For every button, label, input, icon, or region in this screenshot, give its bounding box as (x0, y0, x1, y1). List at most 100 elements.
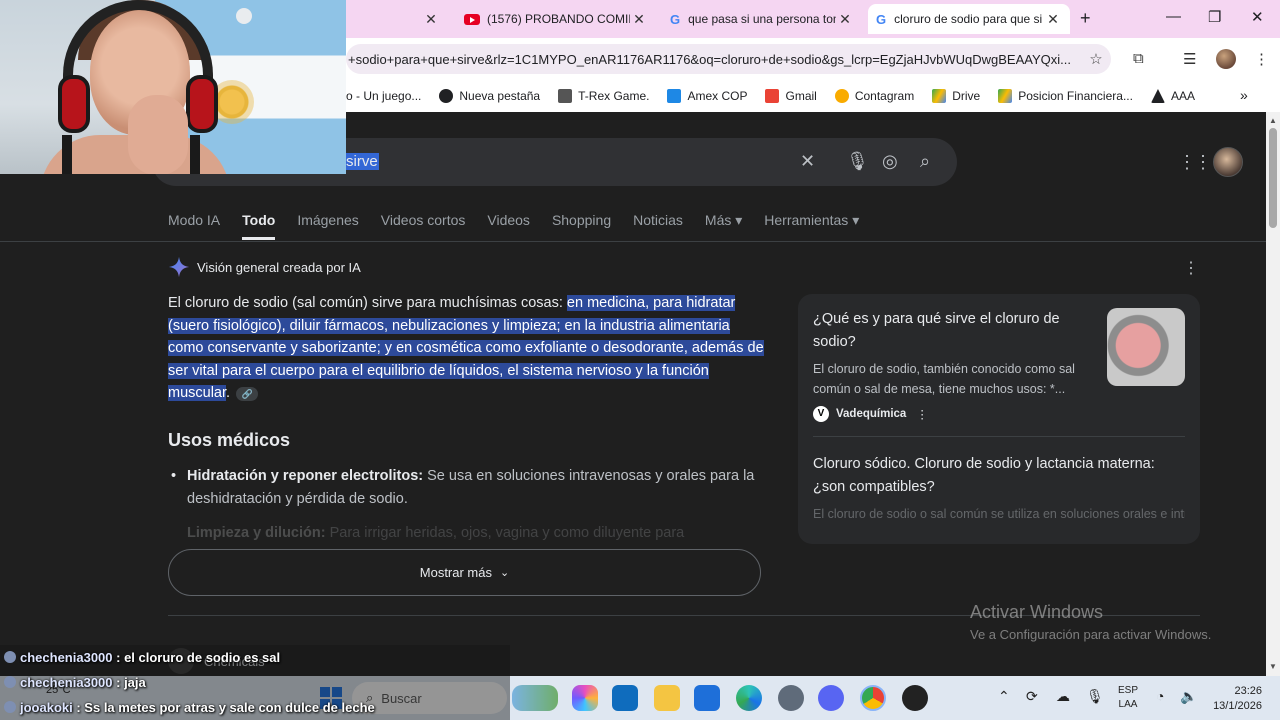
system-clock[interactable]: 23:26 13/1/2026 (1204, 684, 1262, 714)
discord-icon[interactable] (818, 685, 844, 711)
tab-noticias[interactable]: Noticias (633, 212, 683, 240)
tank-top-strap (190, 135, 200, 174)
bookmark-item[interactable]: o - Un juego... (346, 89, 421, 103)
source-title[interactable]: Cloruro sódico. Cloruro de sodio y lacta… (813, 453, 1185, 498)
chat-text: : el cloruro de sodio es sal (112, 650, 281, 665)
chevron-up-icon[interactable]: ⌃ (998, 688, 1010, 705)
bookmark-item[interactable]: Nueva pestaña (439, 89, 540, 103)
close-window-button[interactable]: ✕ (1251, 8, 1264, 26)
chat-badge-icon (4, 701, 16, 713)
close-tab-icon[interactable]: ✕ (422, 11, 440, 28)
bookmark-item[interactable]: Posicion Financiera... (998, 89, 1133, 103)
source-title[interactable]: ¿Qué es y para qué sirve el cloruro de s… (813, 308, 1093, 353)
browser-menu-icon[interactable]: ⋮ (1254, 50, 1269, 68)
microphone-icon[interactable]: 🎙 (846, 151, 869, 172)
chat-username: jooakoki (20, 700, 73, 715)
microphone-icon[interactable]: 🎙 (1086, 688, 1104, 705)
scroll-up-icon[interactable]: ▲ (1269, 116, 1277, 125)
close-tab-icon[interactable]: ✕ (836, 11, 854, 28)
obs-icon[interactable] (902, 685, 928, 711)
bookmark-item[interactable]: Drive (932, 89, 980, 103)
tab-title: cloruro de sodio para que si (894, 12, 1043, 26)
sync-icon[interactable]: ⟳ (1026, 688, 1038, 705)
speaker-icon[interactable]: 🔈 (1180, 688, 1197, 705)
search-query-text[interactable]: sirve (345, 153, 379, 170)
source-snippet: El cloruro de sodio, también conocido co… (813, 362, 1075, 396)
bookmark-label: Contagram (854, 89, 915, 103)
maximize-button[interactable]: ❐ (1208, 8, 1221, 26)
bookmark-item[interactable]: T-Rex Game. (558, 89, 649, 103)
close-tab-icon[interactable]: ✕ (630, 11, 648, 28)
address-bar[interactable]: +sodio+para+que+sirve&rlz=1C1MYPO_enAR11… (346, 44, 1111, 74)
drive-icon (932, 89, 947, 103)
tab-videos-cortos[interactable]: Videos cortos (381, 212, 466, 240)
extensions-icon[interactable]: ⧉ (1133, 50, 1144, 67)
list-item-bold: Limpieza y dilución: (187, 525, 326, 541)
outlook-icon[interactable] (612, 685, 638, 711)
show-more-label: Mostrar más (419, 565, 492, 580)
search-icon[interactable]: ⌕ (920, 151, 930, 172)
page-scrollbar[interactable]: ▲ ▼ (1266, 112, 1280, 676)
language-indicator[interactable]: ESP LAA (1118, 684, 1138, 712)
account-avatar[interactable] (1213, 147, 1243, 177)
browser-profile-avatar[interactable] (1216, 49, 1236, 69)
more-options-icon[interactable]: ⋮ (916, 407, 928, 421)
tab-partial[interactable]: c ✕ (330, 4, 448, 34)
tab-imagenes[interactable]: Imágenes (297, 212, 358, 240)
list-item: Hidratación y reponer electrolitos: Se u… (171, 465, 767, 510)
scrollbar-thumb[interactable] (1269, 128, 1277, 228)
tab-herramientas[interactable]: Herramientas ▾ (764, 212, 859, 240)
scroll-down-icon[interactable]: ▼ (1269, 662, 1277, 671)
bookmark-label: Drive (952, 89, 981, 103)
tab-youtube[interactable]: (1576) PROBANDO COMIDA ✕ (456, 4, 656, 34)
file-explorer-icon[interactable] (654, 685, 680, 711)
clear-search-icon[interactable]: ✕ (800, 151, 815, 172)
tab-modo-ia[interactable]: Modo IA (168, 212, 220, 240)
google-icon: G (670, 11, 681, 27)
bookmark-item[interactable]: Gmail (765, 89, 817, 103)
chrome-icon[interactable] (860, 685, 886, 711)
webcam-overlay (0, 0, 346, 174)
bookmark-item[interactable]: Amex COP (667, 89, 747, 103)
close-tab-icon[interactable]: ✕ (1044, 11, 1062, 28)
lens-icon[interactable]: ◎ (882, 151, 898, 172)
copilot-icon[interactable] (572, 685, 598, 711)
globe-icon (439, 89, 454, 103)
activation-subtitle: Ve a Configuración para activar Windows. (970, 627, 1212, 642)
source-site[interactable]: V Vadequímica ⋮ (813, 406, 928, 422)
source-thumbnail[interactable] (1107, 308, 1185, 386)
bookmark-item[interactable]: Contagram (834, 89, 915, 103)
drive-icon (998, 89, 1013, 103)
bookmarks-overflow-button[interactable]: » (1240, 87, 1248, 103)
media-controls-icon[interactable]: ☰ (1183, 50, 1196, 68)
tank-top-strap (62, 135, 72, 174)
link-icon[interactable]: 🔗 (236, 387, 259, 401)
widget-landscape-icon[interactable] (512, 685, 558, 711)
bookmark-label: AAA (1170, 89, 1195, 103)
tab-todo[interactable]: Todo (242, 212, 276, 240)
new-tab-button[interactable]: + (1080, 8, 1091, 29)
edge-icon[interactable] (736, 685, 762, 711)
bookmark-star-icon[interactable]: ☆ (1081, 50, 1111, 68)
minimize-button[interactable]: — (1166, 8, 1181, 25)
bookmark-label: Amex COP (687, 89, 748, 103)
tab-google-active[interactable]: G cloruro de sodio para que si ✕ (868, 4, 1070, 34)
cloud-icon[interactable]: ☁ (1056, 688, 1070, 705)
chat-username: chechenia3000 (20, 675, 113, 690)
tab-google-1[interactable]: G que pasa si una persona tom ✕ (662, 4, 862, 34)
tab-videos[interactable]: Videos (487, 212, 530, 240)
stream-chat-overlay: chechenia3000 : el cloruro de sodio es s… (0, 645, 510, 720)
source-name: Vadequímica (836, 408, 907, 420)
streamer-hand (128, 95, 188, 174)
wifi-icon[interactable]: ◔ (1156, 688, 1164, 704)
bookmark-item[interactable]: AAA (1150, 89, 1195, 103)
tab-mas[interactable]: Más ▾ (705, 212, 742, 240)
more-options-icon[interactable]: ⋮ (1183, 258, 1199, 278)
address-url[interactable]: +sodio+para+que+sirve&rlz=1C1MYPO_enAR11… (348, 52, 1081, 67)
tab-shopping[interactable]: Shopping (552, 212, 611, 240)
show-more-button[interactable]: Mostrar más ⌄ (168, 549, 761, 596)
tab-title: que pasa si una persona tom (688, 12, 836, 26)
settings-gear-icon[interactable] (778, 685, 804, 711)
bookmark-label: Posicion Financiera... (1018, 89, 1133, 103)
microsoft-store-icon[interactable] (694, 685, 720, 711)
